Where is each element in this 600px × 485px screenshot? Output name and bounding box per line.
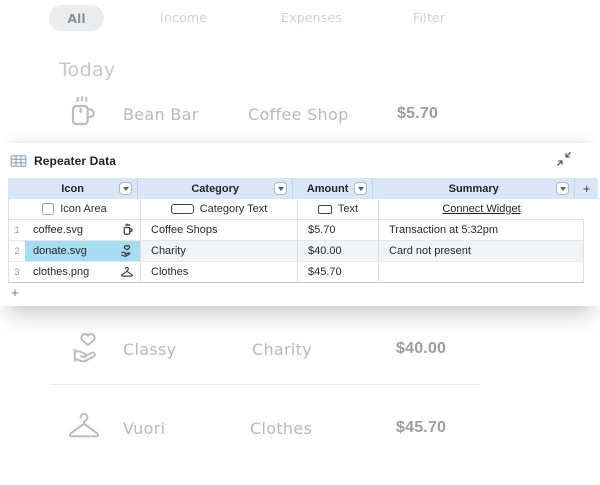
filter-tabbar: All Income Expenses Filter [0, 5, 600, 31]
cell-summary[interactable]: Card not present [379, 241, 584, 261]
connect-widget-link[interactable]: Connect Widget [442, 203, 520, 215]
table-row: 3 clothes.png Clothes $45.70 [8, 262, 584, 283]
cell-icon-file[interactable]: coffee.svg [25, 220, 141, 240]
app-screen: All Income Expenses Filter Today Bean Ba… [0, 0, 600, 485]
cell-text: donate.svg [33, 245, 87, 257]
binding-label: Category Text [200, 203, 268, 215]
transaction-name: Classy [123, 340, 176, 359]
column-menu-icon[interactable] [354, 182, 367, 195]
text-widget-icon [171, 204, 194, 214]
cell-amount[interactable]: $45.70 [298, 262, 379, 282]
cell-summary[interactable]: Transaction at 5:32pm [379, 220, 584, 240]
binding-icon-area[interactable]: Icon Area [9, 199, 141, 219]
cell-text: coffee.svg [33, 224, 83, 236]
column-header-amount[interactable]: Amount [293, 178, 373, 199]
transaction-amount: $40.00 [396, 340, 446, 358]
hanger-icon [120, 266, 134, 279]
chevron-down-icon [560, 187, 566, 191]
cell-category[interactable]: Clothes [141, 262, 298, 282]
chevron-down-icon [278, 187, 284, 191]
hand-heart-icon [70, 329, 106, 367]
panel-titlebar: Repeater Data [10, 152, 116, 170]
cell-category[interactable]: Charity [141, 241, 298, 261]
column-header-summary[interactable]: Summary [373, 178, 575, 199]
tab-income[interactable]: Income [160, 5, 207, 31]
column-menu-icon[interactable] [274, 182, 287, 195]
binding-amount-text[interactable]: Text [298, 199, 379, 219]
row-number: 3 [9, 262, 25, 282]
transaction-row-vuori[interactable]: Vuori Clothes $45.70 [0, 406, 600, 454]
column-header-label: Amount [307, 183, 349, 195]
panel-title: Repeater Data [34, 154, 116, 168]
transaction-amount: $45.70 [396, 419, 446, 437]
tab-filter[interactable]: Filter [413, 5, 445, 31]
table-grid-icon [10, 153, 27, 169]
section-heading-today: Today [59, 59, 115, 81]
collapse-panel-icon[interactable] [556, 151, 572, 167]
binding-label: Icon Area [60, 203, 106, 215]
transaction-category: Clothes [250, 419, 312, 438]
column-header-label: Icon [61, 183, 84, 195]
transaction-name: Vuori [123, 419, 165, 438]
repeater-table: Icon Category Amount Summary + [8, 178, 598, 283]
cell-category[interactable]: Coffee Shops [141, 220, 298, 240]
binding-summary: Connect Widget [379, 199, 584, 219]
text-widget-icon [318, 205, 332, 214]
chevron-down-icon [123, 187, 129, 191]
binding-label: Text [338, 203, 358, 215]
add-column-button[interactable]: + [575, 178, 598, 199]
column-header-label: Category [191, 183, 239, 195]
cell-icon-file[interactable]: clothes.png [25, 262, 141, 282]
list-divider [50, 384, 480, 385]
table-header-row: Icon Category Amount Summary + [8, 178, 598, 199]
column-header-category[interactable]: Category [138, 178, 293, 199]
transaction-name: Bean Bar [123, 105, 199, 124]
binding-category-text[interactable]: Category Text [141, 199, 298, 219]
cell-text: clothes.png [33, 266, 89, 278]
tab-expenses[interactable]: Expenses [281, 5, 342, 31]
hand-heart-icon [120, 244, 134, 258]
row-number: 1 [9, 220, 25, 240]
column-header-label: Summary [449, 183, 499, 195]
column-menu-icon[interactable] [119, 182, 132, 195]
cell-amount[interactable]: $5.70 [298, 220, 379, 240]
table-row: 2 donate.svg Charity $40.00 Card not pre… [8, 241, 584, 262]
cell-amount[interactable]: $40.00 [298, 241, 379, 261]
tab-all[interactable]: All [49, 5, 104, 31]
binding-row: Icon Area Category Text Text Connect Wid… [8, 199, 584, 220]
transaction-category: Charity [252, 340, 312, 359]
column-menu-icon[interactable] [556, 182, 569, 195]
cell-icon-file-selected[interactable]: donate.svg [25, 241, 141, 261]
hanger-icon [66, 410, 102, 444]
chevron-down-icon [358, 187, 364, 191]
transaction-row-bean-bar[interactable]: Bean Bar Coffee Shop $5.70 [0, 92, 600, 140]
column-header-icon[interactable]: Icon [8, 178, 138, 199]
transaction-amount: $5.70 [397, 105, 438, 123]
transaction-row-classy[interactable]: Classy Charity $40.00 [0, 327, 600, 375]
repeater-data-panel: Repeater Data Icon Category Amount [0, 143, 600, 306]
cell-summary[interactable] [379, 262, 584, 282]
coffee-mug-icon [67, 94, 99, 134]
row-number: 2 [9, 241, 25, 261]
transaction-category: Coffee Shop [248, 105, 349, 124]
checkbox-icon[interactable] [42, 203, 54, 215]
coffee-mug-icon [122, 223, 134, 238]
add-row-button[interactable]: + [8, 285, 22, 299]
table-row: 1 coffee.svg Coffee Shops $5.70 Transact… [8, 220, 584, 241]
